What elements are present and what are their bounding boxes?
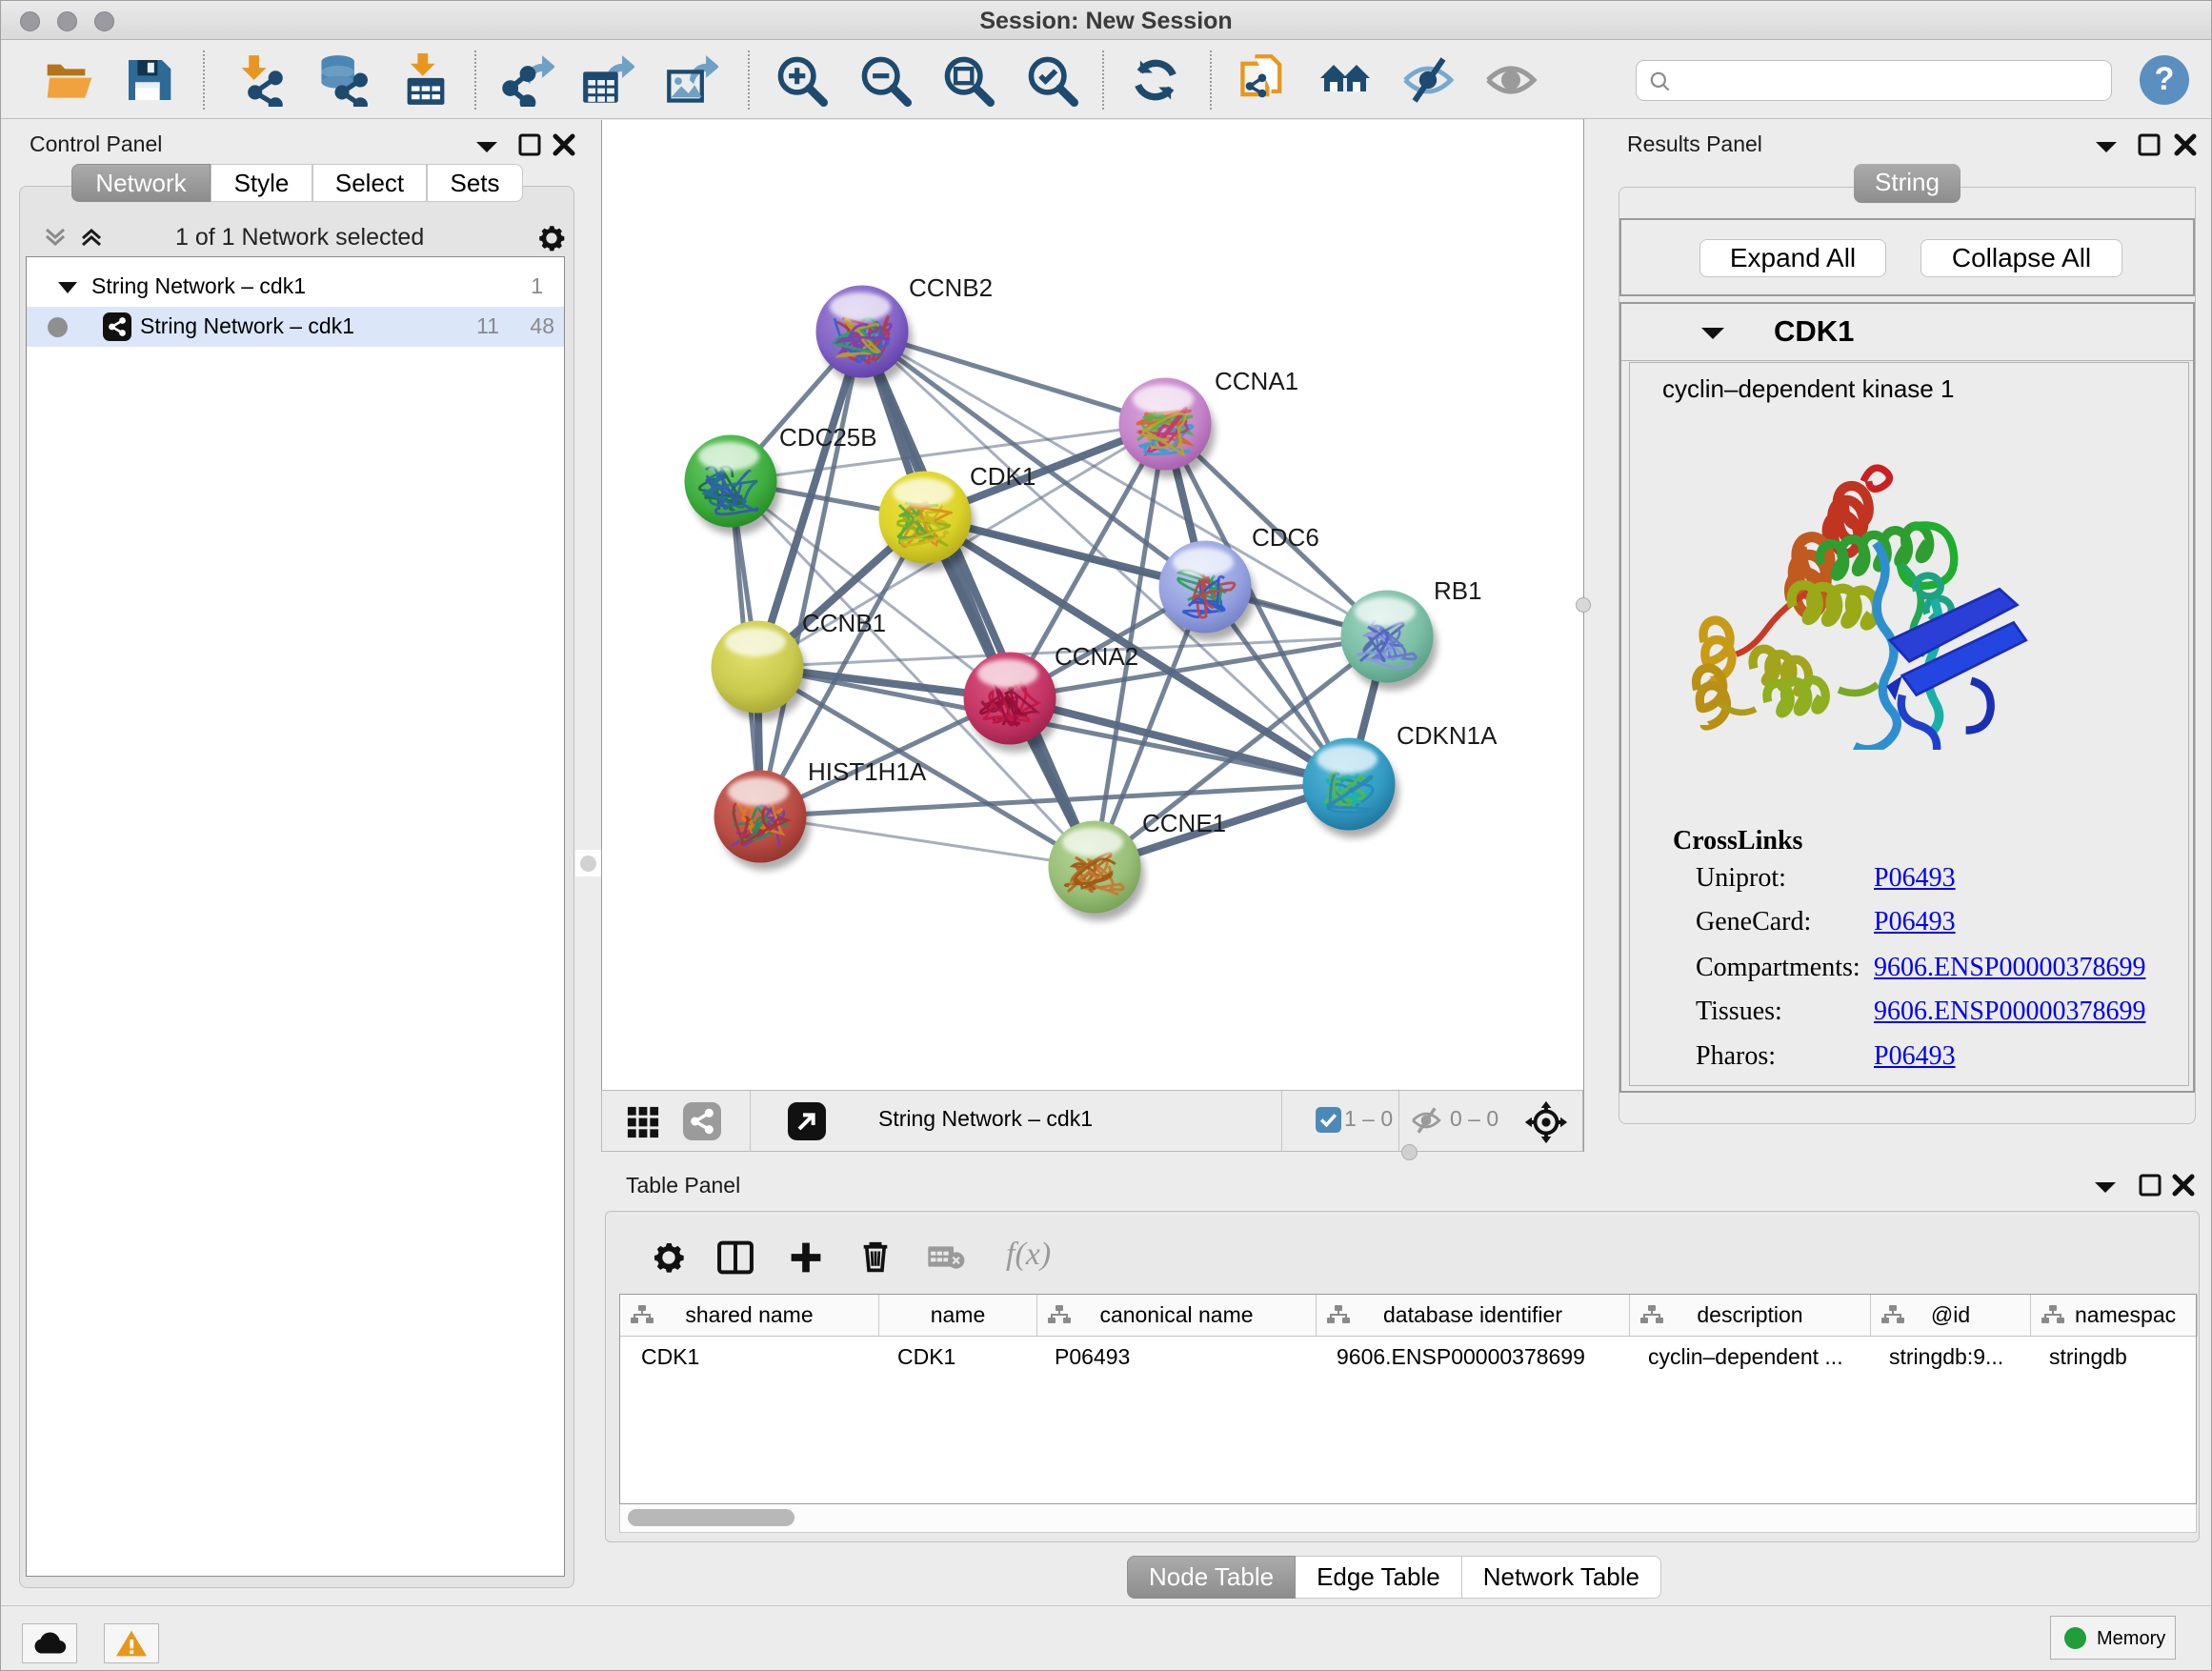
svg-text:CCNE1: CCNE1 [1142, 809, 1226, 837]
svg-text:RB1: RB1 [1434, 576, 1482, 605]
svg-text:HIST1H1A: HIST1H1A [808, 757, 927, 786]
svg-text:CCNA2: CCNA2 [1055, 642, 1138, 671]
svg-text:CDK1: CDK1 [970, 462, 1036, 491]
svg-text:CDC25B: CDC25B [779, 423, 877, 452]
svg-text:CDC6: CDC6 [1252, 523, 1319, 552]
svg-text:CCNA1: CCNA1 [1215, 367, 1298, 395]
svg-text:CCNB1: CCNB1 [802, 609, 886, 637]
svg-text:CDKN1A: CDKN1A [1397, 721, 1498, 750]
svg-text:CCNB2: CCNB2 [909, 273, 993, 302]
